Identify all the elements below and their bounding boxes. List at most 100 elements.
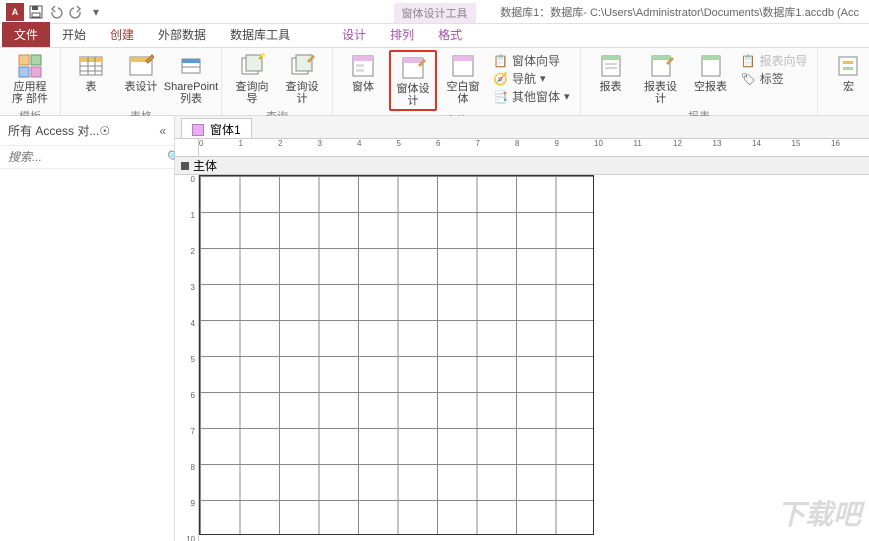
report-design-button[interactable]: 报表设计 — [637, 50, 685, 107]
ruler-tick: 13 — [713, 139, 722, 157]
ruler-tick: 8 — [515, 139, 519, 157]
nav-title: 所有 Access 对... — [8, 122, 99, 139]
tab-home[interactable]: 开始 — [50, 22, 98, 47]
search-input[interactable] — [6, 148, 167, 166]
ruler-tick: 3 — [318, 139, 322, 157]
design-area: 窗体1 0123456789101112131415161718192021 主… — [175, 116, 869, 541]
labels-button[interactable]: 🏷标签 — [741, 70, 808, 87]
blank-report-button[interactable]: 空报表 — [687, 50, 735, 107]
ruler-tick: 3 — [175, 283, 199, 292]
ruler-tick: 14 — [752, 139, 761, 157]
navigation-pane: 所有 Access 对... ☉ « 🔍 — [0, 116, 175, 541]
report-design-label: 报表设计 — [641, 81, 681, 105]
other-forms-button[interactable]: 📑其他窗体 ▾ — [493, 88, 570, 105]
macro-button[interactable]: 宏 — [824, 50, 869, 104]
report-wizard-button[interactable]: 📋报表向导 — [741, 52, 808, 69]
quick-access-toolbar: A ▾ — [0, 3, 110, 21]
sharepoint-icon — [177, 52, 205, 80]
query-design-label: 查询设计 — [282, 81, 322, 105]
blank-form-button[interactable]: 空白窗体 — [439, 50, 487, 111]
ruler-tick: 10 — [175, 535, 199, 541]
redo-icon[interactable] — [68, 4, 84, 20]
app-parts-button[interactable]: 应用程序 部件 — [6, 50, 54, 107]
group-tables: 表 表设计 SharePoint 列表 表格 — [61, 48, 222, 115]
section-label: 主体 — [193, 157, 217, 174]
table-label: 表 — [86, 81, 97, 93]
query-design-icon — [288, 52, 316, 80]
ruler-tick: 6 — [175, 391, 199, 400]
form-design-icon — [399, 54, 427, 82]
nav-search-row: 🔍 — [0, 145, 174, 169]
report-icon — [597, 52, 625, 80]
ruler-tick: 1 — [239, 139, 243, 157]
ruler-tick: 8 — [175, 463, 199, 472]
nav-header[interactable]: 所有 Access 对... ☉ « — [0, 116, 174, 145]
form-icon — [349, 52, 377, 80]
nav-icon: 🧭 — [493, 72, 508, 86]
tab-file[interactable]: 文件 — [2, 22, 50, 47]
horizontal-ruler[interactable]: 0123456789101112131415161718192021 — [199, 139, 869, 157]
table-design-label: 表设计 — [125, 81, 158, 93]
tab-arrange[interactable]: 排列 — [378, 22, 426, 47]
section-selector-icon[interactable] — [181, 162, 189, 170]
form-tab-icon — [192, 124, 204, 136]
detail-section-bar[interactable]: 主体 — [175, 157, 869, 175]
ruler-tick: 9 — [175, 499, 199, 508]
app-icon: A — [6, 3, 24, 21]
table-design-icon — [127, 52, 155, 80]
other-forms-icon: 📑 — [493, 90, 508, 104]
app-parts-icon — [16, 52, 44, 80]
ruler-tick: 2 — [278, 139, 282, 157]
window-title: 数据库1：数据库- C:\Users\Administrator\Documen… — [500, 4, 869, 20]
sharepoint-button[interactable]: SharePoint 列表 — [167, 50, 215, 107]
report-wizard-icon: 📋 — [741, 54, 756, 68]
tab-database-tools[interactable]: 数据库工具 — [218, 22, 302, 47]
form-design-button[interactable]: 窗体设计 — [389, 50, 437, 111]
nav-collapse-icon[interactable]: « — [159, 124, 166, 138]
ruler-tick: 2 — [175, 247, 199, 256]
document-tab[interactable]: 窗体1 — [181, 118, 252, 140]
qat-dropdown-icon[interactable]: ▾ — [88, 4, 104, 20]
report-button[interactable]: 报表 — [587, 50, 635, 107]
ruler-tick: 4 — [357, 139, 361, 157]
sharepoint-label: SharePoint 列表 — [164, 81, 218, 105]
form-button[interactable]: 窗体 — [339, 50, 387, 111]
macro-label: 宏 — [843, 81, 854, 93]
body-area: 所有 Access 对... ☉ « 🔍 窗体1 012345678910111… — [0, 116, 869, 541]
tab-external-data[interactable]: 外部数据 — [146, 22, 218, 47]
tab-design[interactable]: 设计 — [330, 22, 378, 47]
vertical-ruler[interactable]: 012345678910 — [175, 175, 199, 541]
form-wizard-button[interactable]: 📋窗体向导 — [493, 52, 570, 69]
tab-format[interactable]: 格式 — [426, 22, 474, 47]
table-button[interactable]: 表 — [67, 50, 115, 107]
navigation-button[interactable]: 🧭导航 ▾ — [493, 70, 570, 87]
form-label: 窗体 — [352, 81, 374, 93]
table-design-button[interactable]: 表设计 — [117, 50, 165, 107]
ruler-corner[interactable] — [175, 139, 199, 157]
save-icon[interactable] — [28, 4, 44, 20]
ruler-tick: 11 — [634, 139, 642, 157]
tab-create[interactable]: 创建 — [98, 22, 146, 47]
report-design-icon — [647, 52, 675, 80]
nav-dropdown-icon[interactable]: ☉ — [99, 124, 110, 138]
ruler-tick: 1 — [175, 211, 199, 220]
ruler-tick: 7 — [175, 427, 199, 436]
ribbon: 应用程序 部件 模板 表 表设计 SharePoint 列表 表格 — [0, 48, 869, 116]
query-wizard-icon — [238, 52, 266, 80]
wizard-icon: 📋 — [493, 54, 508, 68]
undo-icon[interactable] — [48, 4, 64, 20]
ruler-tick: 0 — [175, 175, 199, 184]
query-wizard-button[interactable]: 查询向导 — [228, 50, 276, 107]
query-design-button[interactable]: 查询设计 — [278, 50, 326, 107]
ruler-tick: 5 — [175, 355, 199, 364]
ruler-tick: 15 — [792, 139, 801, 157]
ruler-tick: 5 — [397, 139, 401, 157]
group-macros: 宏 📦模块 📚类模块 🔷Visual Basic 宏与代码 — [818, 48, 869, 115]
blank-report-icon — [697, 52, 725, 80]
ruler-tick: 6 — [436, 139, 440, 157]
context-tool-title: 窗体设计工具 — [394, 3, 476, 23]
group-queries: 查询向导 查询设计 查询 — [222, 48, 333, 115]
design-grid[interactable] — [199, 175, 594, 535]
ruler-tick: 0 — [199, 139, 203, 157]
ruler-tick: 12 — [673, 139, 682, 157]
